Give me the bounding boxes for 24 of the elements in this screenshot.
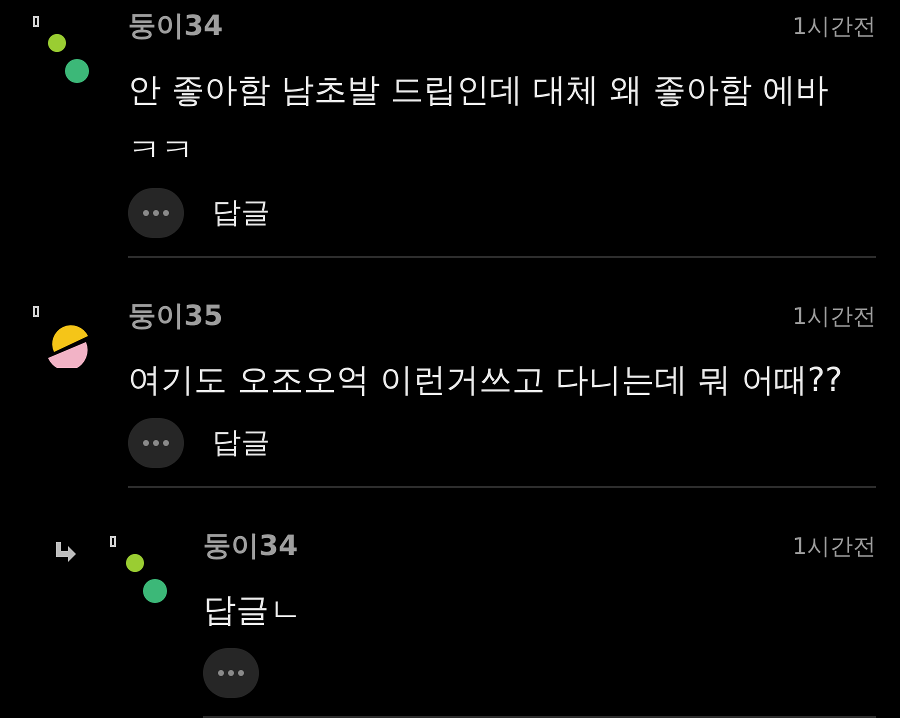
placeholder-glyph-icon bbox=[33, 306, 39, 317]
comment-time: 1시간전 bbox=[792, 302, 876, 332]
reply-arrow-icon bbox=[54, 542, 78, 564]
more-button[interactable] bbox=[128, 418, 184, 468]
comment-text: 답글ㄴ bbox=[203, 589, 303, 631]
comment-time: 1시간전 bbox=[792, 12, 876, 42]
more-icon bbox=[143, 210, 169, 216]
author-name: 둥이35 bbox=[128, 298, 223, 334]
avatar-icon bbox=[126, 554, 168, 604]
more-button[interactable] bbox=[203, 648, 259, 698]
more-icon bbox=[218, 670, 244, 676]
comment-text: 안 좋아함 남초발 드립인데 대체 왜 좋아함 에바 ㅋㅋ bbox=[128, 69, 830, 171]
placeholder-glyph-icon bbox=[33, 16, 39, 27]
comment-text: 여기도 오조오억 이런거쓰고 다니는데 뭐 어때?? bbox=[128, 359, 844, 401]
more-button[interactable] bbox=[128, 188, 184, 238]
more-icon bbox=[143, 440, 169, 446]
author-name: 둥이34 bbox=[203, 528, 298, 564]
placeholder-glyph-icon bbox=[110, 536, 116, 547]
author-name: 둥이34 bbox=[128, 8, 223, 44]
reply-link[interactable]: 답글 bbox=[212, 423, 270, 463]
reply-link[interactable]: 답글 bbox=[212, 193, 270, 233]
avatar-icon bbox=[46, 324, 90, 368]
comment-time: 1시간전 bbox=[792, 532, 876, 562]
avatar-icon bbox=[48, 34, 90, 84]
